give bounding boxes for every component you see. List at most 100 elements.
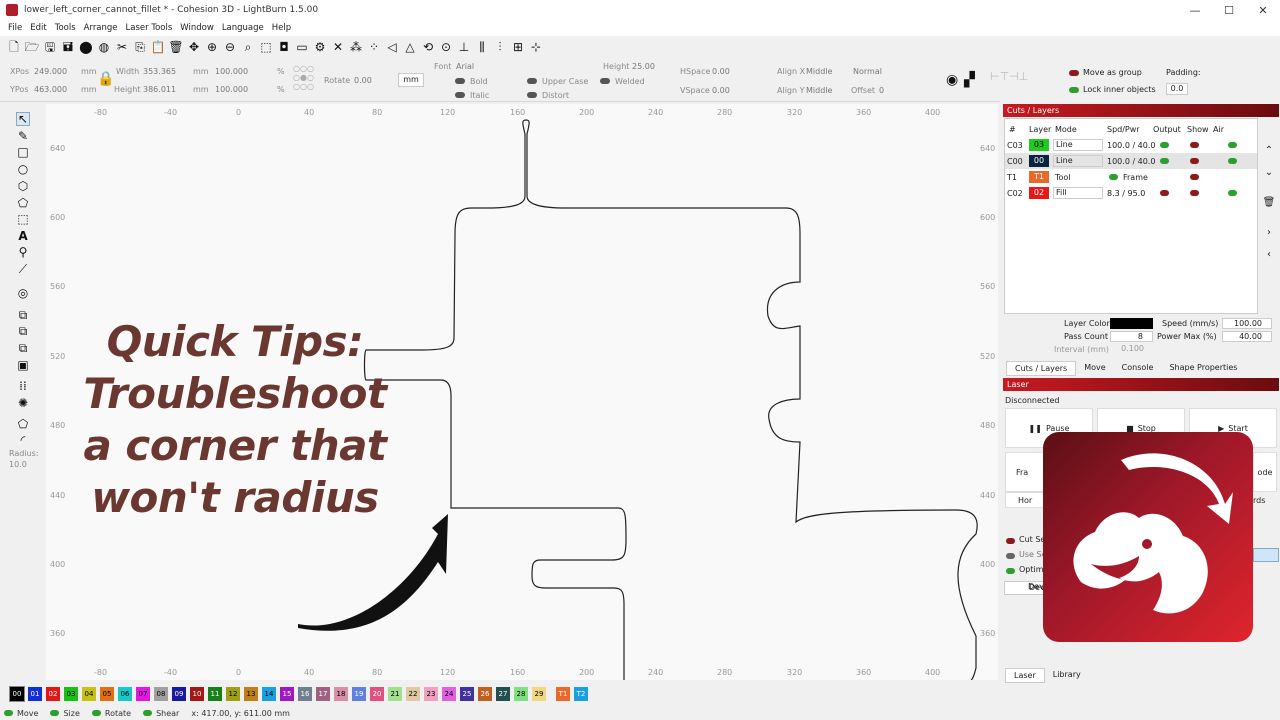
palette-swatch[interactable]: 05	[100, 687, 114, 701]
new-file-icon[interactable]: 🗋	[6, 39, 22, 55]
show-toggle[interactable]	[1190, 173, 1199, 180]
show-toggle[interactable]	[1190, 141, 1199, 148]
palette-swatch[interactable]: 13	[244, 687, 258, 701]
menu-language[interactable]: Language	[222, 23, 264, 33]
output-toggle[interactable]	[1160, 157, 1169, 164]
expand-right-icon[interactable]: ›	[1262, 222, 1276, 244]
show-toggle[interactable]	[1190, 189, 1199, 196]
ellipse-icon[interactable]: ○	[16, 162, 30, 176]
tab-laser[interactable]: Laser	[1005, 668, 1045, 683]
save-as-icon[interactable]: 🖬	[60, 39, 76, 55]
work-canvas[interactable]: -80 -40 0 40 80 120 160 200 240 280 320 …	[46, 104, 998, 680]
import-icon[interactable]: ⬤	[78, 39, 94, 55]
layer-color-swatch[interactable]: 03	[1029, 139, 1049, 151]
rotate-toggle[interactable]	[91, 710, 101, 716]
units-button[interactable]: mm	[398, 73, 424, 87]
palette-swatch[interactable]: 17	[316, 687, 330, 701]
paste-icon[interactable]: 📋	[150, 39, 166, 55]
layer-list[interactable]: # Layer Mode Spd/Pwr Output Show Air C03…	[1004, 118, 1258, 314]
palette-swatch[interactable]: 23	[424, 687, 438, 701]
palette-swatch[interactable]: 03	[64, 687, 78, 701]
move-layer-up-icon[interactable]: ⌄	[1262, 162, 1276, 184]
menu-laser-tools[interactable]: Laser Tools	[126, 23, 173, 33]
palette-swatch[interactable]: 24	[442, 687, 456, 701]
boolean-icon[interactable]: ◉	[946, 72, 958, 88]
layer-mode-select[interactable]: Line	[1053, 139, 1103, 151]
highlighted-field[interactable]	[1253, 548, 1279, 562]
radius-field[interactable]: 10.0	[9, 460, 27, 469]
move-layer-top-icon[interactable]: ⌃	[1262, 140, 1276, 162]
width-percent-field[interactable]: 100.000	[215, 67, 248, 76]
use-selection-toggle[interactable]	[1006, 553, 1015, 559]
layer-row[interactable]: C03 03 Line 100.0 / 40.0	[1005, 137, 1257, 153]
zoom-frame-icon[interactable]: ⬚	[258, 39, 274, 55]
palette-swatch[interactable]: 29	[532, 687, 546, 701]
tab-cuts-layers[interactable]: Cuts / Layers	[1006, 361, 1077, 376]
edit-nodes-icon[interactable]: ✎	[16, 129, 30, 143]
camera-icon[interactable]: ◘	[276, 39, 292, 55]
tab-library[interactable]: Library	[1045, 668, 1089, 683]
open-folder-icon[interactable]: 🗁	[24, 39, 40, 55]
menu-edit[interactable]: Edit	[30, 23, 46, 33]
rotate-icon[interactable]: ⟲	[420, 39, 436, 55]
rectangle-icon[interactable]: □	[16, 145, 30, 159]
layer-color-box[interactable]	[1110, 318, 1153, 329]
menu-arrange[interactable]: Arrange	[84, 23, 118, 33]
tab-console[interactable]: Console	[1114, 361, 1162, 376]
position-laser-icon[interactable]: ⚲	[16, 245, 30, 259]
layer-color-swatch[interactable]: 02	[1029, 187, 1049, 199]
align-icon[interactable]: ⊥	[456, 39, 472, 55]
settings-gear-icon[interactable]: ⚙	[312, 39, 328, 55]
device-settings-icon[interactable]: ✕	[330, 39, 346, 55]
layer-mode-select[interactable]: Line	[1053, 155, 1103, 167]
cut-selected-toggle[interactable]	[1006, 538, 1015, 544]
xpos-field[interactable]: 249.000	[34, 67, 67, 76]
mirror-v-icon[interactable]: △	[402, 39, 418, 55]
output-toggle[interactable]	[1160, 189, 1169, 196]
frame-button[interactable]: Fra	[1005, 452, 1045, 492]
frame-icon[interactable]: ⬚	[16, 212, 30, 226]
zoom-out-icon[interactable]: ⊖	[222, 39, 238, 55]
palette-swatch[interactable]: 12	[226, 687, 240, 701]
ungroup-icon[interactable]: ⁘	[366, 39, 382, 55]
font-height-field[interactable]: 25.00	[632, 62, 655, 71]
palette-swatch[interactable]: 15	[280, 687, 294, 701]
draw-lines-icon[interactable]: ⬠	[16, 196, 30, 210]
palette-swatch[interactable]: 25	[460, 687, 474, 701]
zoom-selection-icon[interactable]: ⌕	[240, 39, 256, 55]
save-icon[interactable]: 🖫	[42, 39, 58, 55]
copy-icon[interactable]: ⎘	[132, 39, 148, 55]
palette-swatch[interactable]: 11	[208, 687, 222, 701]
zoom-in-icon[interactable]: ⊕	[204, 39, 220, 55]
tabs-icon[interactable]: ⬠	[16, 417, 30, 431]
vspace-field[interactable]: 0.00	[712, 86, 730, 95]
palette-swatch[interactable]: 07	[136, 687, 150, 701]
height-field[interactable]: 386.011	[143, 85, 176, 94]
air-toggle[interactable]	[1228, 189, 1237, 196]
mode-button[interactable]: ode	[1253, 452, 1277, 492]
boolean-subtract-icon[interactable]: ⧉	[16, 341, 30, 355]
monitor-icon[interactable]: ▭	[294, 39, 310, 55]
align-y-select[interactable]: Middle	[806, 86, 832, 95]
palette-swatch[interactable]: 28	[514, 687, 528, 701]
output-toggle[interactable]	[1160, 141, 1169, 148]
rotate-field[interactable]: 0.00	[354, 76, 372, 85]
palette-swatch[interactable]: 19	[352, 687, 366, 701]
weld-icon[interactable]: ⧉	[16, 308, 30, 322]
distort-toggle[interactable]	[527, 92, 537, 98]
move-as-group-toggle[interactable]	[1069, 70, 1079, 76]
pass-count-field[interactable]: 8	[1110, 331, 1153, 342]
text-tool-icon[interactable]: A	[16, 229, 30, 243]
home-button[interactable]: Hor	[1005, 492, 1045, 508]
layer-mode-select[interactable]: Fill	[1053, 187, 1103, 199]
minimize-button[interactable]: —	[1178, 4, 1212, 17]
offset-field[interactable]: 0	[879, 86, 884, 95]
delete-icon[interactable]: 🗑	[168, 39, 184, 55]
palette-swatch[interactable]: 06	[118, 687, 132, 701]
collapse-left-icon[interactable]: ‹	[1262, 244, 1276, 266]
palette-swatch[interactable]: 14	[262, 687, 276, 701]
move-icon[interactable]: ✥	[186, 39, 202, 55]
offset-icon[interactable]: ◎	[16, 286, 30, 300]
interval-field[interactable]: 0.100	[1110, 344, 1153, 355]
grid-array-icon[interactable]: ⁞⁞	[16, 379, 30, 393]
